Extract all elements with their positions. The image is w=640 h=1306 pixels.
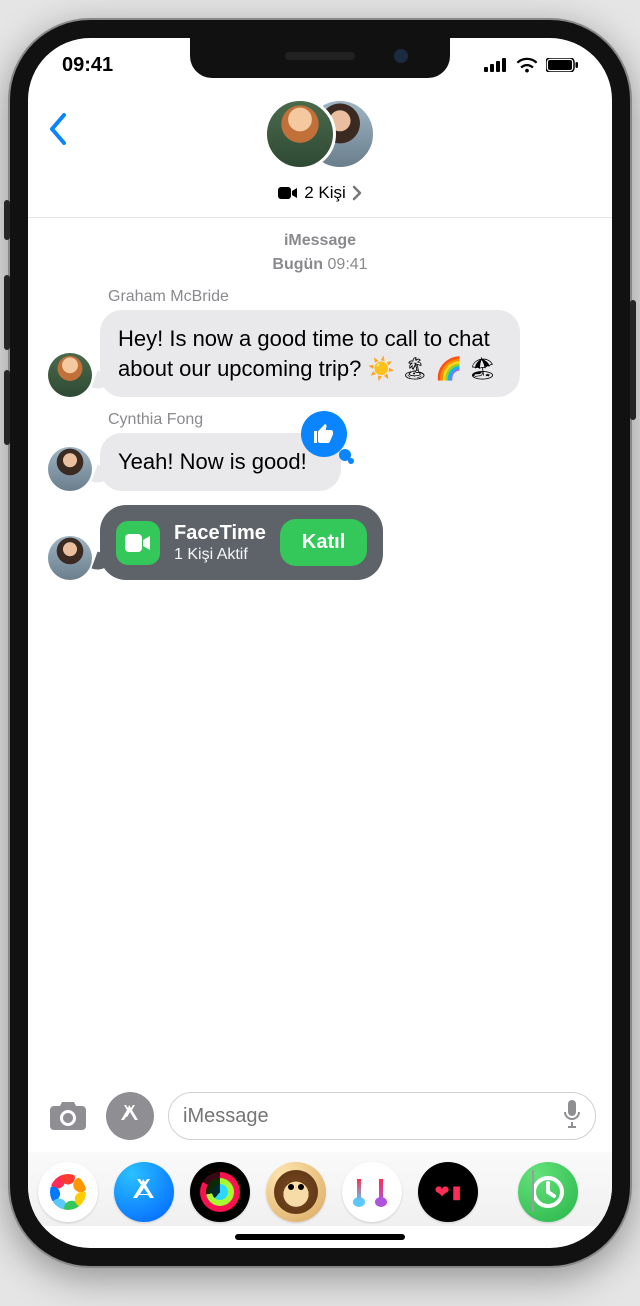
app-strip-photos[interactable]	[38, 1162, 98, 1222]
app-store-icon	[117, 1103, 143, 1129]
avatar[interactable]	[48, 447, 92, 491]
service-name: iMessage	[284, 232, 356, 249]
facetime-icon	[116, 521, 160, 565]
app-strip-clock[interactable]	[518, 1162, 578, 1222]
home-indicator[interactable]	[235, 1234, 405, 1240]
group-name: 2 Kişi	[304, 183, 346, 203]
music-icon	[357, 1177, 387, 1207]
group-name-row[interactable]: 2 Kişi	[28, 183, 612, 203]
photos-icon	[50, 1174, 86, 1210]
avatar[interactable]	[48, 353, 92, 397]
tapback-thumbs-up[interactable]	[301, 411, 347, 457]
status-right	[484, 57, 578, 73]
facetime-text: FaceTime 1 Kişi Aktif	[174, 521, 266, 564]
notch	[190, 38, 450, 78]
volume-up-button	[4, 275, 10, 350]
mute-switch	[4, 200, 10, 240]
app-strip-music[interactable]	[342, 1162, 402, 1222]
time-label: 09:41	[328, 256, 368, 273]
camera-button[interactable]	[44, 1092, 92, 1140]
sender-label: Cynthia Fong	[108, 411, 592, 429]
dictation-button[interactable]	[563, 1100, 581, 1133]
activity-icon	[200, 1172, 240, 1212]
thread-service-label: iMessage	[48, 232, 592, 250]
camera-icon	[48, 1100, 88, 1132]
app-store-icon	[127, 1175, 161, 1209]
app-strip-gif[interactable]: ❤▮	[418, 1162, 478, 1222]
facetime-card: FaceTime 1 Kişi Aktif Katıl	[100, 505, 383, 580]
facetime-title: FaceTime	[174, 521, 266, 545]
video-icon	[278, 186, 298, 200]
message-bubble[interactable]: Hey! Is now a good time to call to chat …	[100, 310, 520, 397]
facetime-join-button[interactable]: Katıl	[280, 519, 367, 566]
device-frame: 09:41 2 Kişi iMes	[10, 20, 630, 1266]
app-strip-activity[interactable]	[190, 1162, 250, 1222]
clock-icon	[530, 1174, 566, 1210]
group-avatars[interactable]	[264, 98, 376, 170]
message-row: Hey! Is now a good time to call to chat …	[48, 310, 592, 397]
message-bubble[interactable]: Yeah! Now is good!	[100, 433, 341, 491]
side-button	[630, 300, 636, 420]
input-bar	[28, 1082, 612, 1152]
wifi-icon	[516, 57, 538, 73]
conversation[interactable]: iMessage Bugün 09:41 Graham McBride Hey!…	[28, 218, 612, 580]
status-time: 09:41	[62, 54, 113, 77]
message-row: Yeah! Now is good!	[48, 433, 592, 491]
volume-down-button	[4, 370, 10, 445]
chevron-right-icon	[352, 185, 362, 201]
app-strip-appstore[interactable]	[114, 1162, 174, 1222]
app-strip-memoji[interactable]	[266, 1162, 326, 1222]
avatar	[264, 98, 336, 170]
facetime-subtitle: 1 Kişi Aktif	[174, 545, 266, 564]
avatar[interactable]	[48, 536, 92, 580]
back-button[interactable]	[42, 106, 74, 152]
memoji-icon	[274, 1170, 318, 1214]
apps-button[interactable]	[106, 1092, 154, 1140]
message-input[interactable]	[168, 1092, 596, 1140]
message-text: Hey! Is now a good time to call to chat …	[118, 326, 496, 381]
message-text: Yeah! Now is good!	[118, 449, 307, 474]
message-text-field[interactable]	[183, 1105, 553, 1128]
microphone-icon	[563, 1100, 581, 1128]
gif-icon: ❤▮	[435, 1182, 462, 1203]
screen: 09:41 2 Kişi iMes	[28, 38, 612, 1248]
message-row: FaceTime 1 Kişi Aktif Katıl	[48, 505, 592, 580]
battery-icon	[546, 58, 578, 72]
cell-signal-icon	[484, 58, 508, 72]
app-strip[interactable]: ❤▮	[28, 1152, 612, 1226]
timestamp: Bugün 09:41	[48, 256, 592, 274]
sender-label: Graham McBride	[108, 288, 592, 306]
thumbs-up-icon	[312, 422, 336, 446]
chevron-left-icon	[48, 112, 68, 146]
day-label: Bugün	[272, 256, 323, 273]
